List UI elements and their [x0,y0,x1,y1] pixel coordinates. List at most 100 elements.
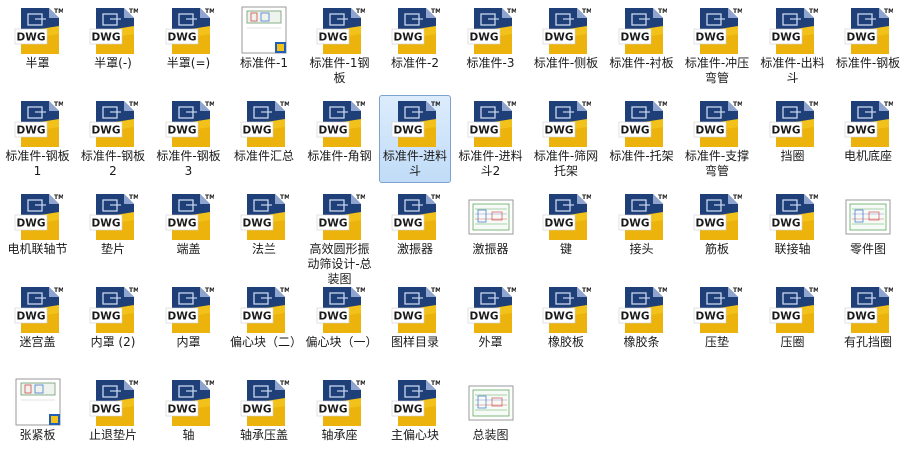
svg-text:DWG: DWG [696,32,725,44]
file-label: 标准件汇总 [233,149,294,163]
file-item[interactable]: DWG TM 高效圆形振动筛设计-总装图 [304,188,376,286]
file-item[interactable]: DWG TM 标准件-进料斗2 [455,95,527,183]
file-item[interactable]: DWG TM 标准件-钢板 [832,2,904,90]
file-item[interactable]: DWG TM 标准件-衬板 [606,2,678,90]
file-label: 标准件-侧板 [533,56,599,70]
file-item[interactable]: DWG TM 标准件-角钢 [304,95,376,183]
file-item[interactable]: DWG TM 止退垫片 [77,374,149,462]
file-label: 激振器 [472,242,509,256]
svg-text:TM: TM [809,101,818,108]
svg-text:TM: TM [129,194,138,201]
svg-text:DWG: DWG [92,218,121,230]
file-label: 标准件-进料斗 [382,149,448,178]
file-item[interactable]: DWG TM 半罩(-) [77,2,149,90]
svg-text:TM: TM [884,8,893,15]
file-item[interactable]: DWG TM 外罩 [455,281,527,369]
file-item[interactable]: DWG TM 标准件-1钢板 [304,2,376,90]
dwg-file-icon: DWG TM [164,378,214,428]
file-label: 标准件-筛网托架 [533,149,599,178]
dwg-file-icon: DWG TM [315,192,365,242]
file-item[interactable]: DWG TM 键 [530,188,602,276]
svg-text:TM: TM [733,8,742,15]
svg-text:TM: TM [205,101,214,108]
svg-text:DWG: DWG [771,125,800,137]
svg-text:DWG: DWG [771,311,800,323]
file-item[interactable]: DWG TM 标准件-出料斗 [757,2,829,90]
file-item[interactable]: DWG TM 主偏心块 [379,374,451,462]
file-item[interactable]: DWG TM 内罩 (2) [77,281,149,369]
file-item[interactable]: DWG TM 偏心块（二） [228,281,302,369]
file-item[interactable]: 张紧板 [2,374,74,462]
file-item[interactable]: DWG TM 筋板 [681,188,753,276]
file-item[interactable]: DWG TM 法兰 [228,188,300,276]
file-item[interactable]: DWG TM 轴 [153,374,225,462]
file-item[interactable]: DWG TM 标准件-筛网托架 [530,95,602,183]
file-item[interactable]: 零件图 [832,188,904,276]
svg-text:TM: TM [658,194,667,201]
file-label: 橡胶条 [623,335,660,349]
file-item[interactable]: DWG TM 橡胶板 [530,281,602,369]
dwg-file-icon: DWG TM [390,378,440,428]
file-item[interactable]: DWG TM 接头 [606,188,678,276]
file-item[interactable]: DWG TM 轴承座 [304,374,376,462]
svg-text:TM: TM [884,101,893,108]
file-item[interactable]: DWG TM 垫片 [77,188,149,276]
file-label: 法兰 [251,242,276,256]
file-item[interactable]: DWG TM 标准件-3 [455,2,527,90]
file-item[interactable]: DWG TM 内罩 [153,281,225,369]
svg-text:TM: TM [356,287,365,294]
file-item[interactable]: DWG TM 激振器 [379,188,451,276]
svg-text:DWG: DWG [243,311,272,323]
file-item[interactable]: DWG TM 电机底座 [832,95,904,183]
file-item[interactable]: DWG TM 迷宫盖 [2,281,74,369]
file-item[interactable]: DWG TM 标准件-支撑弯管 [681,95,753,183]
svg-text:DWG: DWG [545,32,574,44]
dwg-file-icon: DWG TM [164,192,214,242]
file-item[interactable]: DWG TM 标准件汇总 [228,95,300,183]
dwg-file-icon: DWG TM [164,99,214,149]
file-item[interactable]: DWG TM 标准件-钢板3 [153,95,225,183]
file-item[interactable]: DWG TM 端盖 [153,188,225,276]
svg-text:DWG: DWG [167,404,196,416]
svg-text:DWG: DWG [696,311,725,323]
svg-text:DWG: DWG [620,32,649,44]
file-item[interactable]: DWG TM 标准件-冲压弯管 [681,2,753,90]
file-item[interactable]: DWG TM 橡胶条 [606,281,678,369]
file-item[interactable]: DWG TM 标准件-侧板 [530,2,602,90]
dwg-file-icon: DWG TM [315,285,365,335]
svg-text:TM: TM [809,8,818,15]
file-item[interactable]: DWG TM 半罩(=) [153,2,225,90]
file-item[interactable]: DWG TM 偏心块（一） [304,281,378,369]
file-label: 轴承压盖 [239,428,288,442]
file-item[interactable]: 总装图 [455,374,527,462]
file-label: 标准件-出料斗 [760,56,825,85]
file-item[interactable]: DWG TM 半罩 [2,2,74,90]
file-item[interactable]: DWG TM 图样目录 [379,281,451,369]
file-item[interactable]: DWG TM 压圈 [757,281,829,369]
svg-text:TM: TM [54,287,63,294]
dwg-file-icon: DWG TM [768,6,818,56]
file-label: 标准件-冲压弯管 [684,56,750,85]
svg-text:TM: TM [431,101,440,108]
file-item[interactable]: DWG TM 轴承压盖 [228,374,300,462]
dwg-file-icon: DWG TM [13,6,63,56]
dwg-file-icon: DWG TM [541,99,591,149]
svg-text:DWG: DWG [16,32,45,44]
file-item[interactable]: DWG TM 标准件-钢板1 [2,95,74,183]
dwg-file-icon: DWG TM [315,6,365,56]
file-item[interactable]: DWG TM 标准件-2 [379,2,451,90]
file-item[interactable]: DWG TM 标准件-进料斗 [379,95,451,183]
file-item[interactable]: DWG TM 挡圈 [757,95,829,183]
dwg-file-icon: DWG TM [768,285,818,335]
file-item[interactable]: DWG TM 压垫 [681,281,753,369]
svg-text:DWG: DWG [394,404,423,416]
file-item[interactable]: DWG TM 有孔挡圈 [832,281,904,369]
file-item[interactable]: 标准件-1 [228,2,300,90]
svg-text:DWG: DWG [620,218,649,230]
file-item[interactable]: 激振器 [455,188,527,276]
file-item[interactable]: DWG TM 电机联轴节 [2,188,74,276]
file-item[interactable]: DWG TM 标准件-钢板2 [77,95,149,183]
file-item[interactable]: DWG TM 联接轴 [757,188,829,276]
file-label: 张紧板 [19,428,56,442]
file-item[interactable]: DWG TM 标准件-托架 [606,95,678,183]
